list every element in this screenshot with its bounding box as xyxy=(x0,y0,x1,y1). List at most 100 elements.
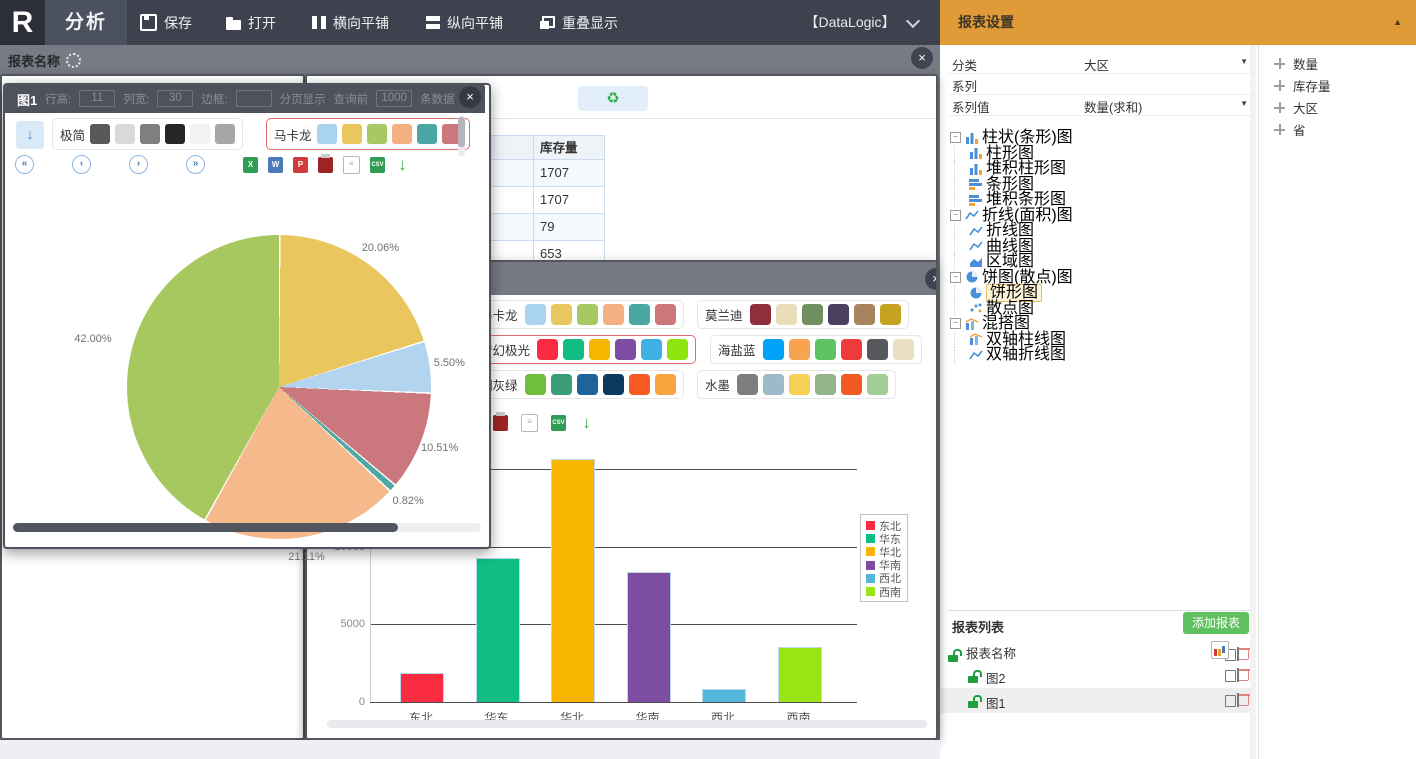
tree-item-柱状(条形)图[interactable]: −柱状(条形)图 xyxy=(950,130,1073,146)
tree-item-散点图[interactable]: 散点图 xyxy=(950,301,1073,317)
palette-swatch[interactable] xyxy=(893,339,914,360)
page-prev-icon[interactable]: ‹ xyxy=(72,155,91,174)
word-icon[interactable]: W xyxy=(268,157,283,173)
settings-row-value[interactable]: 数量(求和) xyxy=(1084,97,1142,116)
tree-collapse-icon[interactable]: − xyxy=(950,210,961,221)
collapse-arrow-icon[interactable]: ▲ xyxy=(1393,0,1402,45)
doc-icon[interactable]: ≡ xyxy=(343,156,360,174)
tree-item-堆积条形图[interactable]: 堆积条形图 xyxy=(950,192,1073,208)
palette-swatch[interactable] xyxy=(629,374,650,395)
palette-swatch[interactable] xyxy=(815,374,836,395)
palette-swatch[interactable] xyxy=(317,124,337,144)
palette-swatch[interactable] xyxy=(880,304,901,325)
bar-华东[interactable] xyxy=(476,558,520,702)
print-icon[interactable] xyxy=(493,415,508,431)
palette-swatch[interactable] xyxy=(667,339,688,360)
palette-swatch[interactable] xyxy=(655,304,676,325)
palette-swatch[interactable] xyxy=(215,124,235,144)
refresh-button[interactable]: ♻ xyxy=(578,86,648,111)
report-list-row-报表名称[interactable]: 报表名称 xyxy=(940,638,1252,663)
settings-panel-header[interactable]: 报表设置 ▲ xyxy=(940,0,1416,45)
palette-swatch[interactable] xyxy=(641,339,662,360)
bar-西南[interactable] xyxy=(778,647,822,702)
palette-swatch[interactable] xyxy=(551,374,572,395)
field-item-省[interactable]: 省 xyxy=(1274,120,1306,139)
tree-item-饼形图[interactable]: 饼形图 xyxy=(950,285,1073,301)
dropdown-arrow-icon[interactable]: ▼ xyxy=(1240,99,1248,108)
tree-item-折线(面积)图[interactable]: −折线(面积)图 xyxy=(950,208,1073,224)
palette-swatch[interactable] xyxy=(577,374,598,395)
palette-swatch[interactable] xyxy=(537,339,558,360)
bar-华南[interactable] xyxy=(627,572,671,702)
nav-button-tile-horizontal[interactable]: 横向平铺 xyxy=(312,0,389,45)
bar-东北[interactable] xyxy=(400,673,444,702)
pie-chart[interactable] xyxy=(127,235,431,539)
palette-swatch[interactable] xyxy=(603,304,624,325)
dialog-hscrollbar-thumb[interactable] xyxy=(13,523,398,532)
palette-swatch[interactable] xyxy=(115,124,135,144)
palette-swatch[interactable] xyxy=(563,339,584,360)
palette-swatch[interactable] xyxy=(841,374,862,395)
download-icon[interactable]: ↓ xyxy=(579,415,594,431)
palette-马卡龙[interactable]: 马卡龙 xyxy=(472,300,684,329)
settings-row-value[interactable]: 大区 xyxy=(1084,55,1109,74)
palette-水墨[interactable]: 水墨 xyxy=(697,370,896,399)
page-first-icon[interactable]: « xyxy=(15,155,34,174)
rename-icon[interactable] xyxy=(1225,693,1239,707)
dialog-titlebar[interactable]: 图1 行高:11列宽:30边框:分页显示查询前1000条数据 × xyxy=(5,85,485,113)
palette-swatch[interactable] xyxy=(392,124,412,144)
palette-swatch[interactable] xyxy=(577,304,598,325)
palette-swatch[interactable] xyxy=(841,339,862,360)
nav-button-open[interactable]: 打开 xyxy=(226,0,276,45)
palette-swatch[interactable] xyxy=(789,339,810,360)
palette-swatch[interactable] xyxy=(737,374,758,395)
palette-swatch[interactable] xyxy=(828,304,849,325)
palette-swatch[interactable] xyxy=(417,124,437,144)
tree-item-双轴折线图[interactable]: 双轴折线图 xyxy=(950,347,1073,363)
tree-item-折线图[interactable]: 折线图 xyxy=(950,223,1073,239)
nav-button-cascade[interactable]: 重叠显示 xyxy=(540,0,618,45)
palette-swatch[interactable] xyxy=(615,339,636,360)
palette-swatch[interactable] xyxy=(342,124,362,144)
palette-swatch[interactable] xyxy=(367,124,387,144)
tree-item-堆积柱形图[interactable]: 堆积柱形图 xyxy=(950,161,1073,177)
tree-item-混搭图[interactable]: −混搭图 xyxy=(950,316,1073,332)
excel-icon[interactable]: X xyxy=(243,157,258,173)
report-list-row-图1[interactable]: 图1 xyxy=(940,688,1252,713)
dialog-close-button[interactable]: × xyxy=(459,86,481,108)
palette-swatch[interactable] xyxy=(165,124,185,144)
palette-swatch[interactable] xyxy=(551,304,572,325)
tree-item-柱形图[interactable]: 柱形图 xyxy=(950,146,1073,162)
rename-icon[interactable] xyxy=(1225,668,1239,682)
palette-马卡龙[interactable]: 马卡龙 xyxy=(266,118,470,150)
palette-swatch[interactable] xyxy=(750,304,771,325)
chevron-down-icon[interactable] xyxy=(906,14,920,28)
chart-toggle-icon[interactable] xyxy=(1211,641,1229,659)
bar-window-hscrollbar[interactable] xyxy=(327,720,927,728)
palette-swatch[interactable] xyxy=(763,339,784,360)
palette-swatch[interactable] xyxy=(854,304,875,325)
tree-collapse-icon[interactable]: − xyxy=(950,318,961,329)
field-item-库存量[interactable]: 库存量 xyxy=(1274,76,1331,95)
tree-item-双轴柱线图[interactable]: 双轴柱线图 xyxy=(950,332,1073,348)
palette-swatch[interactable] xyxy=(867,339,888,360)
tree-item-饼图(散点)图[interactable]: −饼图(散点)图 xyxy=(950,270,1073,286)
pdf-icon[interactable]: P xyxy=(293,157,308,173)
bar-华北[interactable] xyxy=(551,459,595,702)
palette-swatch[interactable] xyxy=(589,339,610,360)
tree-collapse-icon[interactable]: − xyxy=(950,272,961,283)
print-icon[interactable] xyxy=(318,157,333,173)
palette-vscrollbar[interactable] xyxy=(458,116,465,156)
palette-swatch[interactable] xyxy=(140,124,160,144)
bar-window-close-button[interactable]: × xyxy=(925,268,938,290)
workspace-label[interactable]: 【DataLogic】 xyxy=(800,0,900,45)
bar-西北[interactable] xyxy=(702,689,746,702)
tree-item-条形图[interactable]: 条形图 xyxy=(950,177,1073,193)
legend-item-西南[interactable]: 西南 xyxy=(866,585,901,598)
page-last-icon[interactable]: » xyxy=(186,155,205,174)
palette-swatch[interactable] xyxy=(525,304,546,325)
palette-swatch[interactable] xyxy=(763,374,784,395)
palette-梦幻极光[interactable]: 梦幻极光 xyxy=(472,335,696,364)
dialog-hscrollbar[interactable] xyxy=(13,523,481,532)
palette-swatch[interactable] xyxy=(525,374,546,395)
